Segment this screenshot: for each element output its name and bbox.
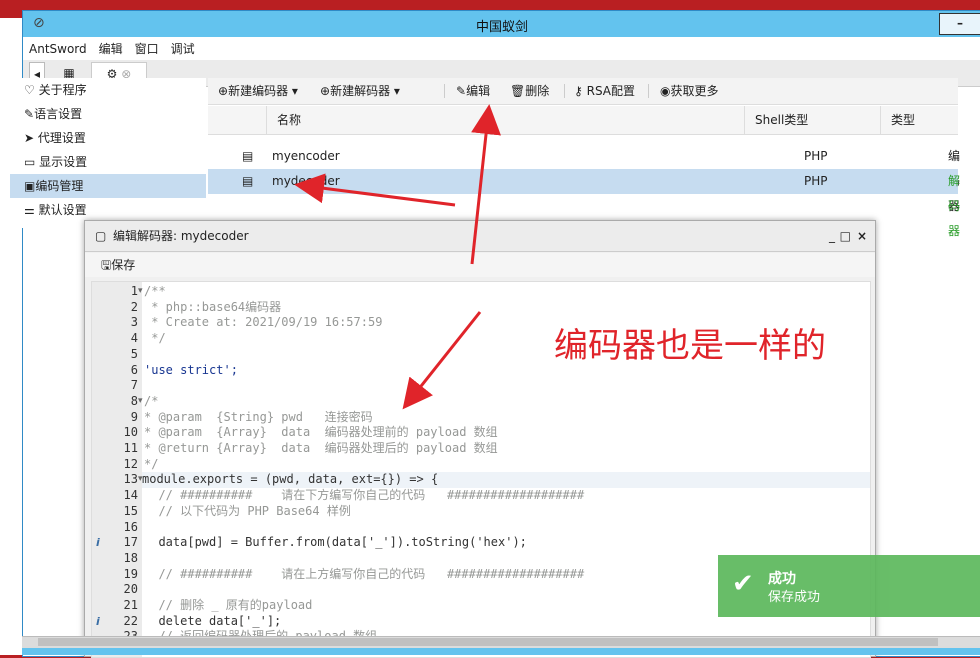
toast-message: 保存成功: [768, 590, 821, 605]
arrow-to-code: [402, 311, 482, 410]
scrollbar-thumb[interactable]: [38, 638, 938, 646]
success-toast: ✔ 成功 保存成功: [718, 555, 980, 617]
arrow-to-row: [294, 173, 456, 207]
window-bottom-border: [22, 648, 980, 655]
arrow-to-edit: [470, 104, 501, 265]
toast-title: 成功: [768, 571, 796, 587]
check-icon: ✔: [732, 569, 754, 599]
